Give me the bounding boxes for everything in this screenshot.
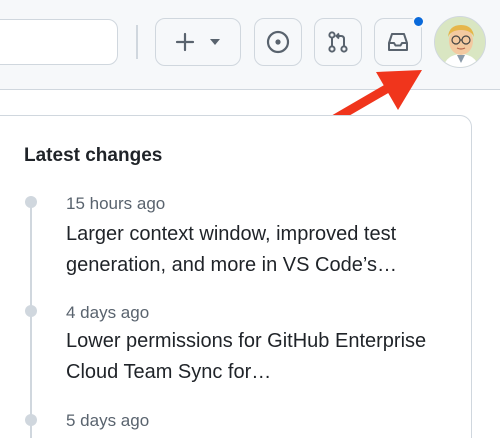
plus-icon	[175, 32, 195, 52]
unread-notification-dot	[412, 15, 425, 28]
timeline-dot	[25, 305, 37, 317]
user-avatar[interactable]	[434, 16, 486, 68]
inbox-icon	[386, 31, 410, 53]
triangle-down-icon	[209, 38, 221, 46]
timeline-line	[30, 202, 32, 438]
header-divider	[136, 25, 138, 59]
change-timestamp: 4 days ago	[66, 303, 150, 322]
change-timestamp: 5 days ago	[66, 411, 150, 430]
git-pull-request-icon	[326, 30, 350, 54]
search-input[interactable]	[0, 19, 118, 65]
create-new-button[interactable]	[155, 18, 241, 66]
change-timestamp: 15 hours ago	[66, 194, 166, 213]
issues-button[interactable]	[254, 18, 302, 66]
timeline-dot	[25, 414, 37, 426]
pull-requests-button[interactable]	[314, 18, 362, 66]
timeline-dot	[25, 196, 37, 208]
change-link[interactable]: Larger context window, improved test gen…	[66, 219, 466, 281]
latest-changes-title: Latest changes	[24, 145, 163, 166]
issue-opened-icon	[266, 30, 290, 54]
change-link[interactable]: Lower permissions for GitHub Enterprise …	[66, 326, 466, 388]
